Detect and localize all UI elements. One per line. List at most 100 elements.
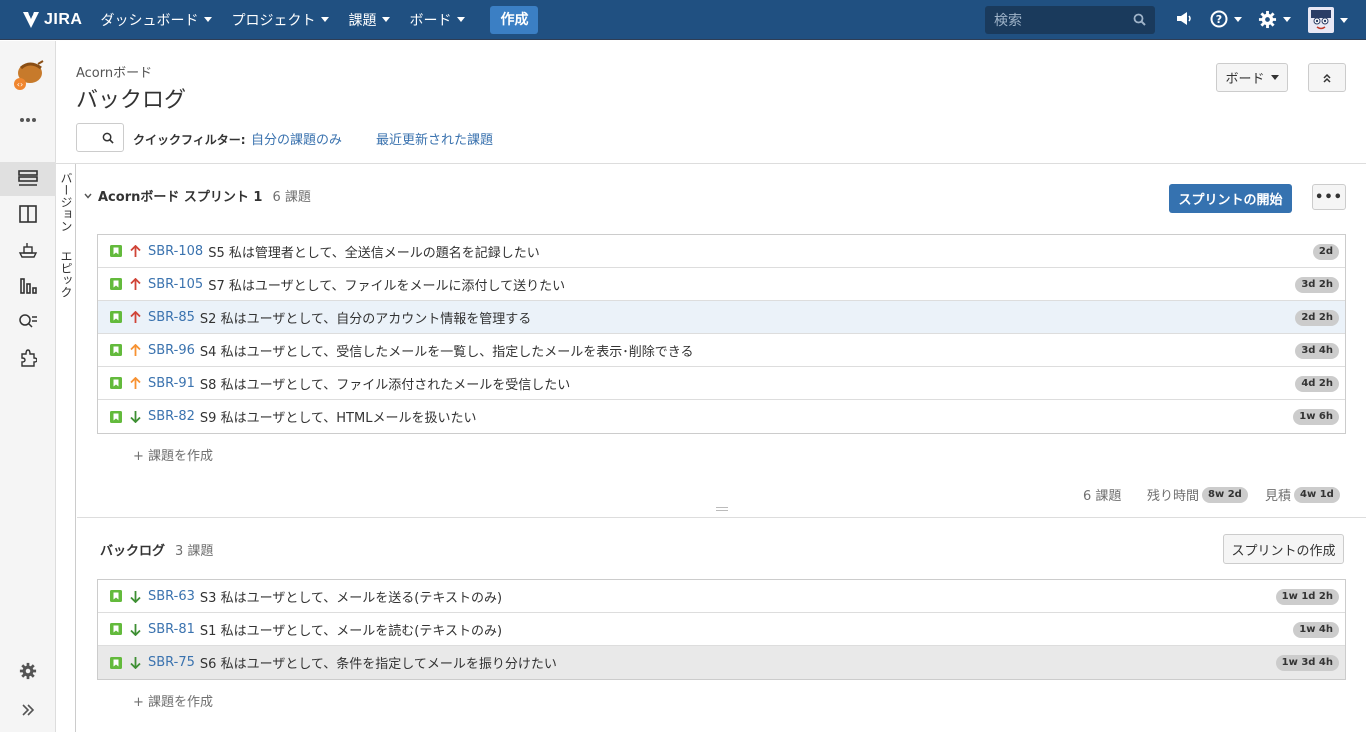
- story-icon: [110, 410, 122, 423]
- sprint-header[interactable]: Acornボード スプリント 1 6 課題: [84, 186, 311, 205]
- estimate-badge: 1w 6h: [1293, 409, 1339, 425]
- estimate-label: 見積: [1265, 489, 1292, 504]
- menu-dashboard[interactable]: ダッシュボード: [100, 10, 213, 30]
- create-issue-link[interactable]: + 課題を作成: [133, 691, 213, 710]
- issue-row[interactable]: SBR-63 S3 私はユーザとして、メールを送る(テキストのみ) 1w 1d 2h: [98, 580, 1345, 613]
- board-dropdown-button[interactable]: ボード: [1216, 63, 1288, 92]
- issue-summary: S5 私は管理者として、全送信メールの題名を記録したい: [208, 245, 540, 261]
- chevron-double-up-icon: [1323, 73, 1331, 83]
- announcement-icon[interactable]: [1175, 10, 1192, 27]
- story-icon: [110, 377, 122, 389]
- filter-my-issues-link[interactable]: 自分の課題のみ: [251, 129, 342, 148]
- add-ons-puzzle-icon[interactable]: [0, 341, 56, 375]
- more-icon[interactable]: [0, 103, 56, 137]
- issue-row[interactable]: SBR-85 S2 私はユーザとして、自分のアカウント情報を管理する 2d 2h: [98, 301, 1345, 334]
- estimate-badge: 3d 4h: [1295, 343, 1339, 359]
- project-settings-gear-icon[interactable]: [0, 654, 56, 688]
- priority-highest-icon: [130, 277, 142, 291]
- chevron-down-icon: [457, 17, 466, 22]
- logo-text: JIRA: [44, 10, 83, 28]
- issue-row[interactable]: SBR-75 S6 私はユーザとして、条件を指定してメールを振り分けたい 1w 3d…: [98, 646, 1345, 679]
- estimate-badge: 2d: [1312, 244, 1339, 260]
- story-icon: [110, 344, 122, 356]
- priority-low-icon: [130, 656, 142, 670]
- issue-key-link[interactable]: SBR-96: [148, 343, 195, 358]
- issue-summary: S4 私はユーザとして、受信したメールを一覧し、指定したメールを表示･削除できる: [199, 344, 694, 360]
- estimate-badge: 4d 2h: [1295, 376, 1339, 392]
- issue-row[interactable]: SBR-81 S1 私はユーザとして、メールを読む(テキストのみ) 1w 4h: [98, 613, 1345, 646]
- collapse-header-button[interactable]: [1308, 63, 1346, 92]
- issue-key-link[interactable]: SBR-75: [148, 655, 195, 670]
- backlog-icon[interactable]: [0, 162, 56, 196]
- estimate-badge: 4w 1d: [1294, 486, 1340, 503]
- issue-key-link[interactable]: SBR-81: [148, 622, 195, 637]
- priority-high-icon: [130, 376, 142, 390]
- project-sidebar: ‹›: [0, 41, 56, 732]
- sprint-more-actions-button[interactable]: •••: [1312, 184, 1346, 210]
- user-avatar[interactable]: [1308, 7, 1348, 33]
- menu-board[interactable]: ボード: [409, 10, 466, 30]
- jira-logo[interactable]: JIRA: [20, 10, 82, 30]
- priority-highest-icon: [130, 244, 142, 258]
- issue-row[interactable]: SBR-108 S5 私は管理者として、全送信メールの題名を記録したい 2d: [98, 235, 1345, 268]
- backlog-search-input[interactable]: [76, 123, 124, 152]
- sprint-summary: 6 課題: [1083, 485, 1121, 504]
- issue-summary: S6 私はユーザとして、条件を指定してメールを振り分けたい: [199, 657, 557, 672]
- menu-issues-label: 課題: [348, 12, 377, 29]
- story-icon: [110, 590, 122, 602]
- estimate-badge: 3d 2h: [1295, 277, 1339, 293]
- issue-key-link[interactable]: SBR-91: [148, 376, 195, 391]
- start-sprint-button[interactable]: スプリントの開始: [1169, 184, 1292, 213]
- priority-highest-icon: [130, 310, 142, 324]
- tab-epics[interactable]: エピック: [58, 250, 75, 298]
- menu-project[interactable]: プロジェクト: [231, 10, 330, 30]
- search-icon: [102, 132, 114, 144]
- create-button[interactable]: 作成: [490, 5, 539, 34]
- issue-key-link[interactable]: SBR-82: [148, 409, 195, 424]
- issues-search-icon[interactable]: [0, 305, 56, 339]
- issue-key-link[interactable]: SBR-63: [148, 589, 195, 604]
- menu-issues[interactable]: 課題: [348, 10, 391, 30]
- expand-sidebar-icon[interactable]: [0, 693, 56, 727]
- issue-summary: S9 私はユーザとして、HTMLメールを扱いたい: [199, 411, 477, 426]
- create-issue-link[interactable]: + 課題を作成: [133, 445, 213, 464]
- story-icon: [110, 245, 122, 257]
- search-input[interactable]: 検索: [985, 6, 1155, 34]
- search-placeholder: 検索: [994, 13, 1022, 29]
- chevron-down-icon: [1234, 16, 1242, 22]
- issue-row[interactable]: SBR-105 S7 私はユーザとして、ファイルをメールに添付して送りたい 3d 2…: [98, 268, 1345, 301]
- help-icon[interactable]: ?: [1210, 10, 1242, 28]
- menu-project-label: プロジェクト: [231, 12, 316, 29]
- priority-low-icon: [130, 589, 142, 603]
- project-avatar[interactable]: ‹›: [0, 55, 56, 95]
- story-icon: [110, 311, 122, 323]
- issue-key-link[interactable]: SBR-105: [148, 277, 203, 292]
- backlog-name: バックログ: [100, 544, 166, 559]
- issue-row[interactable]: SBR-91 S8 私はユーザとして、ファイル添付されたメールを受信したい 4d 2…: [98, 367, 1345, 400]
- side-panel-tabs: バージョン エピック: [56, 164, 76, 732]
- issue-row[interactable]: SBR-82 S9 私はユーザとして、HTMLメールを扱いたい 1w 6h: [98, 400, 1345, 433]
- priority-low-icon: [130, 410, 142, 424]
- priority-low-icon: [130, 622, 142, 636]
- issue-key-link[interactable]: SBR-108: [148, 244, 203, 259]
- chevron-down-icon: [382, 17, 391, 22]
- active-sprint-board-icon[interactable]: [0, 197, 56, 231]
- resize-handle[interactable]: [716, 507, 728, 511]
- board-button-label: ボード: [1225, 72, 1265, 87]
- issue-key-link[interactable]: SBR-85: [148, 310, 195, 325]
- issue-summary: S1 私はユーザとして、メールを読む(テキストのみ): [199, 623, 503, 639]
- filter-recently-updated-link[interactable]: 最近更新された課題: [376, 129, 493, 148]
- issue-row[interactable]: SBR-96 S4 私はユーザとして、受信したメールを一覧し、指定したメールを表示…: [98, 334, 1345, 367]
- svg-text:‹›: ‹›: [17, 80, 23, 89]
- estimate-badge: 1w 4h: [1293, 622, 1339, 638]
- create-sprint-button[interactable]: スプリントの作成: [1223, 534, 1344, 564]
- acorn-project-icon: ‹›: [14, 60, 44, 90]
- settings-gear-icon[interactable]: [1258, 10, 1291, 29]
- chevron-down-icon: [1340, 17, 1348, 23]
- release-ship-icon[interactable]: [0, 233, 56, 267]
- reports-chart-icon[interactable]: [0, 269, 56, 303]
- board-name[interactable]: Acornボード: [76, 62, 152, 81]
- chevron-down-icon: [1270, 75, 1279, 80]
- tab-versions[interactable]: バージョン: [58, 172, 75, 232]
- search-icon: [1133, 13, 1146, 26]
